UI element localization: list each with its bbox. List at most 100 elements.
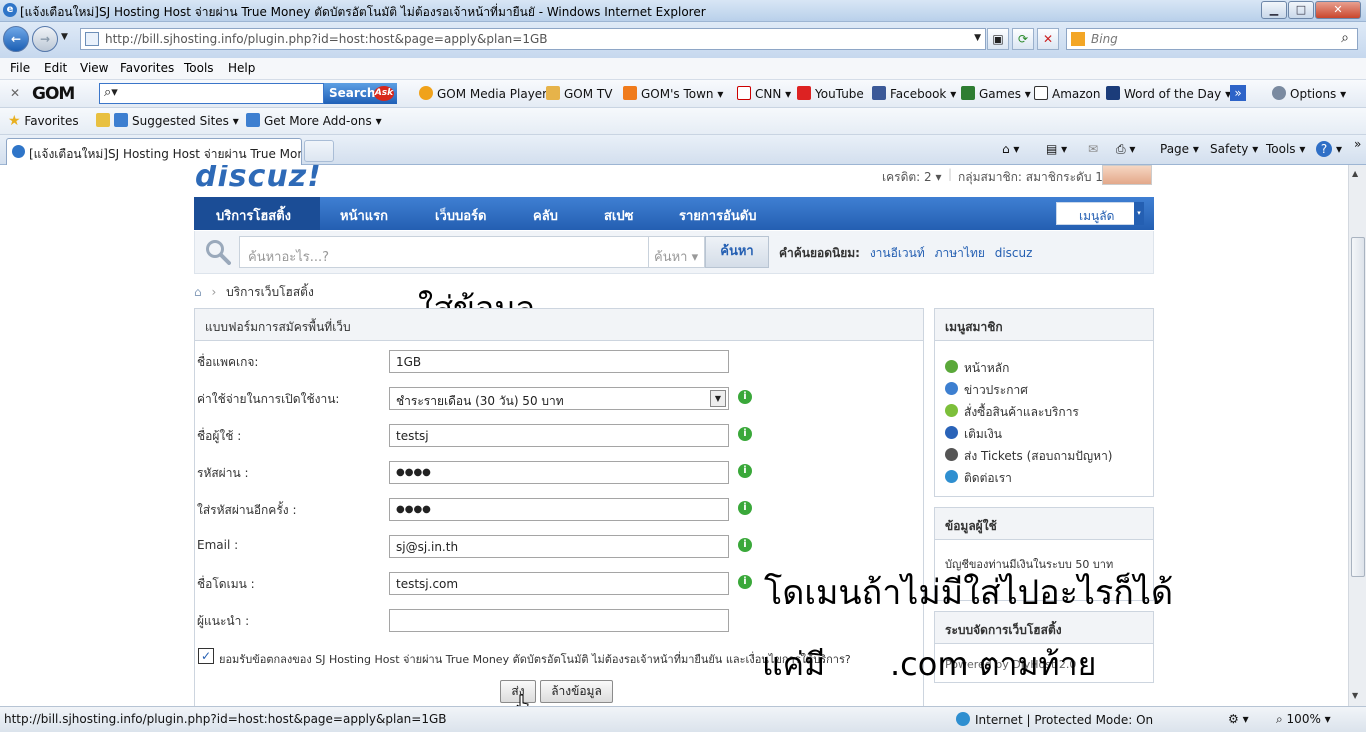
address-dropdown-icon[interactable]: ▼ [974, 33, 981, 43]
credits-info[interactable]: เครดิต: 2 ▾ [882, 168, 942, 187]
facebook-link[interactable]: Facebook ▾ [872, 86, 956, 101]
more-chevron-icon[interactable]: » [1230, 85, 1246, 101]
amazon-icon [1034, 86, 1048, 100]
rss-icon [623, 86, 637, 100]
package-field[interactable]: 1GB [389, 350, 729, 373]
hot-word-link[interactable]: discuz [995, 246, 1033, 260]
browser-search-box[interactable]: Bing ⌕ [1066, 28, 1358, 50]
confirm-password-field[interactable]: ●●●● [389, 498, 729, 521]
home-icon[interactable]: ⌂ [194, 285, 202, 299]
cost-select[interactable]: ชำระรายเดือน (30 วัน) 50 บาท ▼ [389, 387, 729, 410]
cnn-link[interactable]: CNN ▾ [737, 86, 791, 101]
title-bar: e [แจ้งเตือนใหม่]SJ Hosting Host จ่ายผ่า… [0, 0, 1366, 22]
word-of-day-link[interactable]: Word of the Day ▾ [1106, 86, 1231, 101]
forum-search-input[interactable]: ค้นหาอะไร...? [239, 236, 649, 268]
refresh-icon[interactable]: ⟳ [1012, 28, 1034, 50]
gom-tv-link[interactable]: GOM TV [546, 86, 612, 101]
suggested-sites-link[interactable]: Suggested Sites ▾ [96, 113, 239, 128]
menu-tools[interactable]: Tools [184, 61, 214, 75]
stop-icon[interactable]: ✕ [1037, 28, 1059, 50]
forward-button[interactable]: → [32, 26, 58, 52]
youtube-link[interactable]: YouTube [797, 86, 864, 101]
tab-active[interactable]: [แจ้งเตือนใหม่]SJ Hosting Host จ่ายผ่าน … [6, 138, 302, 165]
member-menu-topup[interactable]: เติมเงิน [945, 425, 1002, 444]
feeds-icon[interactable]: ▤ ▾ [1046, 142, 1067, 156]
gom-search-button[interactable]: Search Ask [324, 83, 397, 104]
username-field[interactable]: testsj [389, 424, 729, 447]
scroll-down-icon[interactable]: ▼ [1352, 691, 1358, 700]
games-link[interactable]: Games ▾ [961, 86, 1031, 101]
menu-favorites[interactable]: Favorites [120, 61, 174, 75]
favorites-button[interactable]: ★ Favorites [8, 113, 79, 129]
close-toolbar-icon[interactable]: ✕ [10, 86, 20, 100]
reset-button[interactable]: ล้างข้อมูล [540, 680, 613, 703]
menu-view[interactable]: View [80, 61, 108, 75]
security-zone[interactable]: Internet | Protected Mode: On [956, 712, 1153, 727]
gom-media-player-link[interactable]: GOM Media Player [419, 86, 547, 101]
menu-edit[interactable]: Edit [44, 61, 67, 75]
ticket-icon [945, 448, 958, 461]
manage-addons-icon[interactable]: ⚙ ▾ [1228, 712, 1249, 726]
home-icon[interactable]: ⌂ ▾ [1002, 142, 1019, 156]
menu-file[interactable]: File [10, 61, 30, 75]
get-addons-link[interactable]: Get More Add-ons ▾ [246, 113, 382, 128]
print-icon[interactable]: ⎙ ▾ [1116, 142, 1135, 157]
help-icon[interactable]: ? [1316, 141, 1332, 157]
menu-help[interactable]: Help [228, 61, 255, 75]
maximize-button[interactable]: □ [1288, 1, 1314, 19]
status-bar: http://bill.sjhosting.info/plugin.php?id… [0, 706, 1366, 732]
favorites-bar: ★ Favorites Suggested Sites ▾ Get More A… [0, 108, 1366, 135]
goms-town-link[interactable]: GOM's Town ▾ [623, 86, 723, 101]
read-mail-icon[interactable]: ✉ [1088, 142, 1098, 156]
tab-bar: [แจ้งเตือนใหม่]SJ Hosting Host จ่ายผ่าน … [0, 135, 1366, 165]
breadcrumb-item[interactable]: บริการเว็บโฮสติ้ง [226, 285, 314, 299]
member-menu-tickets[interactable]: ส่ง Tickets (สอบถามปัญหา) [945, 447, 1112, 466]
history-dropdown-icon[interactable]: ▼ [61, 32, 68, 42]
member-menu-home[interactable]: หน้าหลัก [945, 359, 1009, 378]
options-button[interactable]: Options ▾ [1272, 86, 1346, 101]
quick-menu-button[interactable]: เมนูลัด ▾ [1056, 202, 1144, 225]
vertical-scrollbar[interactable]: ▲ ▼ [1348, 165, 1366, 706]
nav-home[interactable]: หน้าแรก [340, 205, 388, 226]
minimize-button[interactable]: ▁ [1261, 1, 1287, 19]
hot-word-link[interactable]: ภาษาไทย [935, 246, 985, 260]
close-window-button[interactable]: ✕ [1315, 1, 1361, 19]
search-icon[interactable]: ⌕ [1341, 30, 1349, 46]
info-icon: i [738, 390, 752, 404]
nav-webboard[interactable]: เว็บบอร์ด [435, 205, 486, 226]
forum-search-button[interactable]: ค้นหา [705, 236, 769, 268]
email-field[interactable]: sj@sj.in.th [389, 535, 729, 558]
hot-word-link[interactable]: งานอีเวนท์ [870, 246, 925, 260]
zoom-level[interactable]: ⌕ 100% ▾ [1276, 712, 1331, 727]
nav-ranking[interactable]: รายการอันดับ [679, 205, 756, 226]
member-menu-order[interactable]: สั่งซื้อสินค้าและบริการ [945, 403, 1079, 422]
page-menu[interactable]: Page ▾ [1160, 142, 1199, 156]
scroll-up-icon[interactable]: ▲ [1352, 169, 1358, 178]
domain-field[interactable]: testsj.com [389, 572, 729, 595]
gom-search-input[interactable]: ⌕▾ [99, 83, 324, 104]
tools-menu[interactable]: Tools ▾ [1266, 142, 1305, 156]
compatibility-icon[interactable]: ▣ [987, 28, 1009, 50]
search-type-select[interactable]: ค้นหา ▾ [649, 236, 705, 268]
back-button[interactable]: ← [3, 26, 29, 52]
referrer-field[interactable] [389, 609, 729, 632]
nav-club[interactable]: คลับ [533, 205, 558, 226]
safety-menu[interactable]: Safety ▾ [1210, 142, 1258, 156]
avatar[interactable] [1102, 165, 1152, 185]
cart-icon [945, 404, 958, 417]
nav-hosting-service[interactable]: บริการโฮสติ้ง [216, 205, 291, 226]
username-label: ชื่อผู้ใช้ : [197, 429, 242, 443]
address-bar[interactable]: http://bill.sjhosting.info/plugin.php?id… [80, 28, 986, 50]
member-menu: เมนูสมาชิก หน้าหลัก ข่าวประกาศ สั่งซื้อส… [934, 308, 1154, 497]
password-field[interactable]: ●●●● [389, 461, 729, 484]
nav-space[interactable]: สเปซ [604, 205, 633, 226]
member-menu-news[interactable]: ข่าวประกาศ [945, 381, 1028, 400]
help-dropdown-icon[interactable]: ▾ [1336, 142, 1342, 156]
member-menu-contact[interactable]: ติดต่อเรา [945, 469, 1012, 488]
amazon-link[interactable]: Amazon [1034, 86, 1101, 101]
forum-logo[interactable]: discuz! [195, 165, 322, 194]
scroll-thumb[interactable] [1351, 237, 1365, 577]
agree-checkbox[interactable]: ✓ [198, 648, 214, 664]
new-tab-button[interactable] [304, 140, 334, 162]
toolbar-overflow-icon[interactable]: » [1354, 137, 1361, 151]
